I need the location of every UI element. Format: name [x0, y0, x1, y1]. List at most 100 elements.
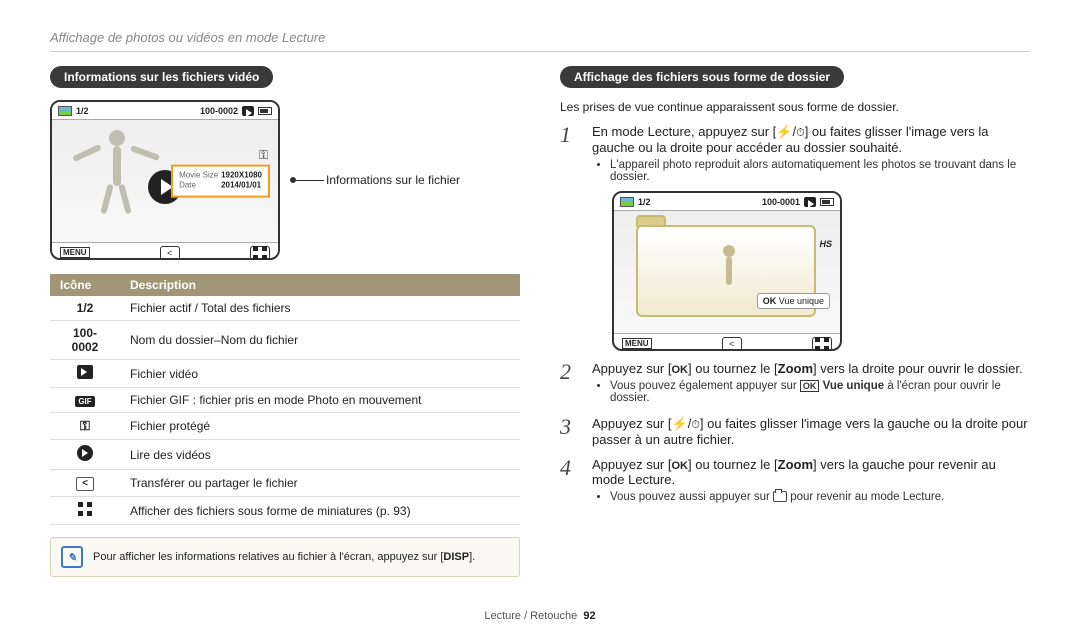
video-icon	[804, 197, 816, 207]
ok-icon: OK	[672, 364, 689, 376]
folder-name-label: 100-0001	[762, 197, 800, 207]
folder-name-label: 100-0002	[200, 106, 238, 116]
date-label: Date	[179, 181, 221, 191]
right-column: Affichage des fichiers sous forme de dos…	[560, 66, 1030, 577]
desc-cell: Transférer ou partager le fichier	[120, 470, 520, 497]
ok-icon: OK	[672, 460, 689, 472]
table-row: 1/2Fichier actif / Total des fichiers	[50, 296, 520, 321]
table-row: 100-0002Nom du dossier–Nom du fichier	[50, 321, 520, 360]
note-text: Pour afficher les informations relatives…	[93, 551, 475, 563]
thumb-icon	[620, 197, 634, 207]
ok-badge: OK	[800, 380, 820, 392]
timer-icon	[691, 416, 700, 431]
step-1-note: L'appareil photo reproduit alors automat…	[610, 159, 1030, 183]
section-heading-left: Informations sur les fichiers vidéo	[50, 66, 273, 88]
step-2: Appuyez sur [OK] ou tournez le [Zoom] ve…	[560, 361, 1030, 406]
person-figure	[709, 245, 749, 305]
timer-icon	[796, 124, 805, 139]
file-info-box: Movie Size1920X1080 Date2014/01/01	[171, 165, 270, 198]
movie-size-label: Movie Size	[179, 171, 221, 181]
left-column: Informations sur les fichiers vidéo 1/2 …	[50, 66, 520, 577]
table-row: Fichier vidéo	[50, 360, 520, 388]
intro-text: Les prises de vue continue apparaissent …	[560, 100, 1030, 114]
step-3: Appuyez sur [⚡/] ou faites glisser l'ima…	[560, 416, 1030, 447]
desc-cell: Fichier actif / Total des fichiers	[120, 296, 520, 321]
table-row: Lire des vidéos	[50, 440, 520, 470]
desc-cell: Lire des vidéos	[120, 440, 520, 470]
icon-cell: GIF	[50, 388, 120, 413]
screen-bottombar: MENU <	[614, 333, 840, 353]
screen-body: ⚿ Movie Size1920X1080 Date2014/01/01	[52, 120, 278, 242]
screen-statusbar: 1/2 100-0002	[52, 102, 278, 120]
note-box: ✎ Pour afficher les informations relativ…	[50, 537, 520, 577]
note-icon: ✎	[61, 546, 83, 568]
icon-table: Icône Description 1/2Fichier actif / Tot…	[50, 274, 520, 525]
grid-icon	[78, 502, 92, 516]
play-icon	[77, 445, 93, 461]
step-1: En mode Lecture, appuyez sur [⚡/] ou fai…	[560, 124, 1030, 351]
divider	[50, 51, 1030, 52]
counter-label: 1/2	[638, 197, 651, 207]
icon-cell	[50, 497, 120, 525]
share-icon: <	[76, 477, 94, 491]
grid-button-icon	[812, 337, 832, 351]
person-figure	[82, 130, 152, 220]
step-4: Appuyez sur [OK] ou tournez le [Zoom] ve…	[560, 457, 1030, 505]
share-button-icon: <	[160, 246, 180, 260]
camera-screen-video: 1/2 100-0002 ⚿	[50, 100, 280, 260]
page-header: Affichage de photos ou vidéos en mode Le…	[50, 30, 1030, 45]
icon-cell: 1/2	[50, 296, 120, 321]
battery-icon	[258, 107, 272, 115]
desc-cell: Afficher des fichiers sous forme de mini…	[120, 497, 520, 525]
steps-list: En mode Lecture, appuyez sur [⚡/] ou fai…	[560, 124, 1030, 505]
icon-cell: <	[50, 470, 120, 497]
video-icon	[77, 365, 93, 379]
share-button-icon: <	[722, 337, 742, 351]
th-icon: Icône	[50, 274, 120, 296]
section-heading-right: Affichage des fichiers sous forme de dos…	[560, 66, 844, 88]
ok-view-unique-pill: OK Vue unique	[757, 293, 830, 309]
flash-icon: ⚡	[776, 124, 792, 139]
th-desc: Description	[120, 274, 520, 296]
camera-screen-folder: 1/2 100-0001 HS	[612, 191, 842, 351]
counter-label: 1/2	[76, 106, 89, 116]
screen-bottombar: MENU <	[52, 242, 278, 262]
page-number: 92	[583, 610, 595, 622]
screen-body: HS OK Vue unique	[614, 211, 840, 333]
step-4-note: Vous pouvez aussi appuyer sur pour reven…	[610, 491, 1030, 503]
icon-cell: 100-0002	[50, 321, 120, 360]
video-icon	[242, 106, 254, 116]
callout: Informations sur le fichier	[294, 173, 460, 187]
battery-icon	[820, 198, 834, 206]
desc-cell: Fichier vidéo	[120, 360, 520, 388]
page-footer: Lecture / Retouche 92	[0, 610, 1080, 622]
icon-cell	[50, 360, 120, 388]
table-row: GIF Fichier GIF : fichier pris en mode Ph…	[50, 388, 520, 413]
thumb-icon	[58, 106, 72, 116]
columns: Informations sur les fichiers vidéo 1/2 …	[50, 66, 1030, 577]
step-2-note: Vous pouvez également appuyer sur OK Vue…	[610, 380, 1030, 404]
table-row: < Transférer ou partager le fichier	[50, 470, 520, 497]
movie-size-value: 1920X1080	[221, 171, 262, 180]
menu-label: MENU	[60, 247, 90, 258]
lock-icon: ⚿	[259, 148, 268, 163]
desc-cell: Fichier GIF : fichier pris en mode Photo…	[120, 388, 520, 413]
folder-icon	[773, 491, 787, 502]
date-value: 2014/01/01	[221, 181, 261, 190]
gif-icon: GIF	[75, 396, 94, 407]
table-row: Afficher des fichiers sous forme de mini…	[50, 497, 520, 525]
screenshot-row: 1/2 100-0002 ⚿	[50, 100, 520, 260]
disp-badge: DISP	[443, 551, 469, 563]
hs-badge: HS	[819, 239, 832, 249]
callout-text: Informations sur le fichier	[326, 173, 460, 187]
flash-icon: ⚡	[672, 416, 688, 431]
grid-button-icon	[250, 246, 270, 260]
desc-cell: Fichier protégé	[120, 413, 520, 440]
icon-cell	[50, 440, 120, 470]
footer-section: Lecture / Retouche	[484, 610, 577, 622]
menu-label: MENU	[622, 338, 652, 349]
table-row: ⚿Fichier protégé	[50, 413, 520, 440]
lock-icon: ⚿	[50, 413, 120, 440]
desc-cell: Nom du dossier–Nom du fichier	[120, 321, 520, 360]
screen-statusbar: 1/2 100-0001	[614, 193, 840, 211]
